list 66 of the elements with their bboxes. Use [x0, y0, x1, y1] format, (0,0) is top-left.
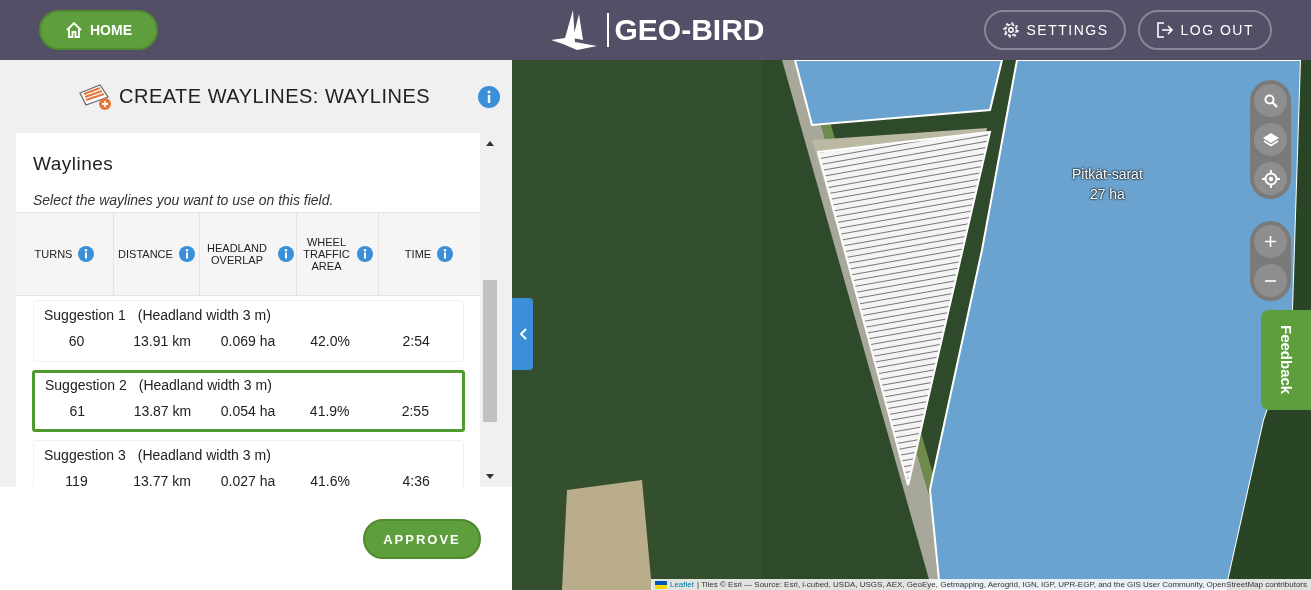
table-cell-text: 60	[67, 333, 86, 349]
info-icon[interactable]	[178, 246, 195, 262]
table-cell-text: 2:54	[401, 333, 431, 349]
table-cell-text: 4:36	[401, 473, 431, 487]
layers-icon	[1262, 132, 1279, 147]
table-cell-text: 42.0%	[309, 333, 351, 349]
suggestion-note: (Headland width 3 m)	[138, 377, 272, 393]
table-cell-text: 0.054 ha	[219, 403, 277, 419]
table-cell-text: 61	[68, 403, 87, 419]
gear-icon	[1002, 21, 1021, 39]
table-cell-text: 13.91 km	[132, 333, 192, 349]
home-icon	[65, 21, 83, 39]
waylines-icon	[78, 82, 112, 111]
suggestion-note: (Headland width 3 m)	[137, 447, 271, 463]
minus-icon	[1265, 279, 1276, 282]
info-icon[interactable]	[78, 246, 95, 262]
field-area-label: 27 ha	[1089, 186, 1125, 202]
info-icon[interactable]	[278, 246, 294, 262]
crosshair-icon	[1261, 169, 1280, 188]
field-name-label: Pitkät-sarat	[1072, 166, 1143, 182]
suggestion-row[interactable]: Suggestion 1 (Headland width 3 m) 60 13.91 km 0.069 ha 42.0% 2:54	[33, 300, 464, 362]
locate-button[interactable]	[1254, 162, 1287, 195]
suggestion-row[interactable]: Suggestion 3 (Headland width 3 m) 119 13.77 km 0.027 ha 41.6% 4:36	[33, 440, 464, 487]
card-title: Waylines	[32, 152, 115, 175]
layers-button[interactable]	[1254, 123, 1287, 156]
zoom-in-button[interactable]	[1254, 225, 1287, 258]
table-cell-text: 41.6%	[309, 473, 351, 487]
map-view[interactable]: Pitkät-sarat 27 ha Feedback Leaflet | Tiles © Esri — Source: Esri, i-cubed, USDA, USGS, AEX, GeoEye, Getmapping, Aerogrid, IGN, IGP, UPR-EGP, and the GIS User Community, OpenStreetMap contributors	[512, 60, 1311, 590]
column-header: TIME	[404, 248, 432, 260]
info-icon[interactable]	[356, 246, 373, 262]
info-icon[interactable]	[437, 246, 454, 262]
suggestion-name: Suggestion 3	[44, 447, 126, 463]
suggestion-name: Suggestion 2	[45, 377, 127, 393]
info-icon[interactable]	[478, 86, 500, 108]
scrollbar-thumb[interactable]	[483, 280, 497, 422]
chevron-left-icon	[518, 328, 527, 340]
search-icon	[1263, 93, 1278, 108]
scroll-up-icon[interactable]	[486, 141, 494, 146]
zoom-out-button[interactable]	[1254, 264, 1287, 297]
logout-button[interactable]: LOG OUT	[1138, 10, 1272, 50]
column-header: HEADLAND OVERLAP	[206, 242, 268, 266]
scroll-down-icon[interactable]	[486, 474, 494, 479]
column-header: DISTANCE	[118, 248, 173, 260]
column-header: WHEEL TRAFFIC AREA	[302, 236, 351, 272]
map-search-button[interactable]	[1254, 84, 1287, 117]
suggestion-note: (Headland width 3 m)	[137, 307, 271, 323]
plus-icon	[1265, 236, 1276, 247]
column-header: TURNS	[34, 248, 73, 260]
attribution-text: | Tiles © Esri — Source: Esri, i-cubed, USDA, USGS, AEX, GeoEye, Getmapping, Aerogrid, IGN, IGP, UPR-EGP, and the GIS User Community, OpenStreetMap contributors	[697, 580, 1307, 589]
instruction-text: Select the waylines you want to use on this field.	[33, 192, 335, 210]
suggestion-row[interactable]: Suggestion 2 (Headland width 3 m) 61 13.87 km 0.054 ha 41.9% 2:55	[32, 370, 465, 432]
table-cell-text: 0.069 ha	[219, 333, 277, 349]
table-cell-text: 119	[64, 473, 89, 487]
suggestion-name: Suggestion 1	[44, 307, 126, 323]
collapse-panel-button[interactable]	[512, 298, 533, 370]
leaflet-link[interactable]: Leaflet	[669, 580, 694, 589]
panel-title: CREATE WAYLINES: WAYLINES	[119, 85, 431, 108]
settings-button[interactable]: SETTINGS	[984, 10, 1127, 50]
table-cell-text: 2:55	[400, 403, 430, 419]
logo-text: GEO-BIRD	[614, 13, 765, 47]
flag-icon	[654, 580, 667, 589]
table-cell-text: 41.9%	[308, 403, 351, 419]
table-cell-text: 13.87 km	[132, 403, 193, 419]
table-cell-text: 0.027 ha	[219, 473, 277, 487]
logout-icon	[1156, 21, 1175, 39]
table-cell-text: 13.77 km	[132, 473, 192, 487]
